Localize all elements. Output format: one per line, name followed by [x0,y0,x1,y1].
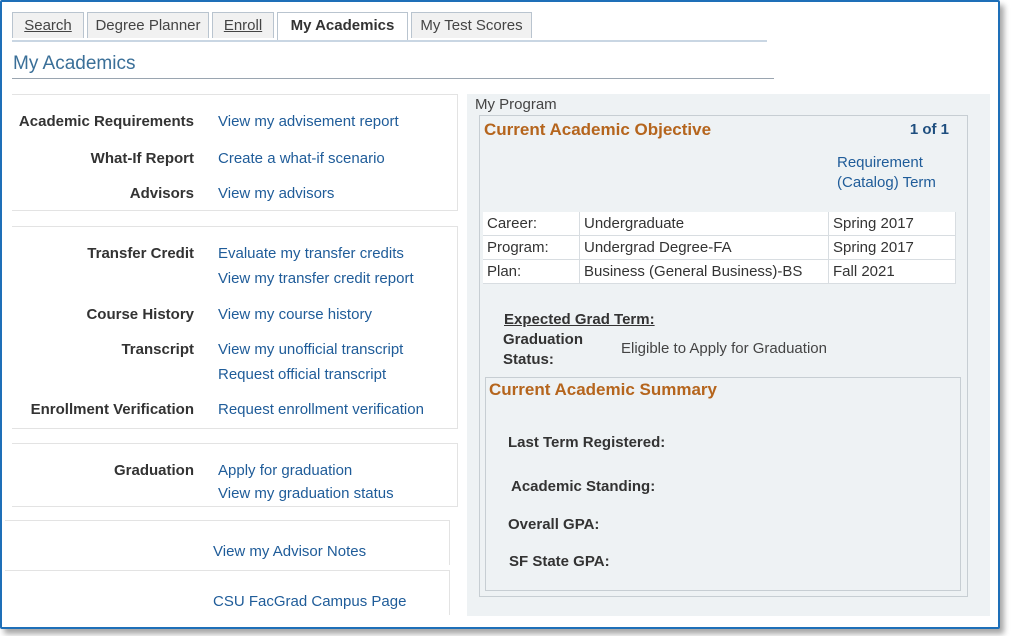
academic-requirements-label: Academic Requirements [18,113,194,130]
campus-page-box: CSU FacGrad Campus Page [5,570,450,615]
records-panel: Transfer Credit Evaluate my transfer cre… [12,226,458,429]
tab-enroll[interactable]: Enroll [212,12,274,38]
tab-my-test-scores[interactable]: My Test Scores [411,12,532,38]
view-course-history-link[interactable]: View my course history [218,306,372,323]
plan-value: Business (General Business)-BS [579,259,829,284]
row-advisors: Advisors View my advisors [12,185,457,207]
advisors-label: Advisors [129,185,194,202]
row-transfer-credit: Transfer Credit Evaluate my transfer cre… [12,245,457,267]
program-table: Career: Undergraduate Spring 2017 Progra… [483,212,956,284]
sf-state-gpa-label: SF State GPA: [509,553,610,570]
request-official-transcript-link[interactable]: Request official transcript [218,366,386,383]
row-transcript: Transcript View my unofficial transcript [12,341,457,363]
graduation-status-line2: Status: [503,351,554,368]
graduation-status-line1: Graduation [503,331,584,348]
graduation-status-value: Eligible to Apply for Graduation [621,340,827,357]
evaluate-transfer-credits-link[interactable]: Evaluate my transfer credits [218,245,404,262]
tab-search-label: Search [24,17,72,34]
my-program-title: My Program [475,96,557,113]
row-enrollment-verification: Enrollment Verification Request enrollme… [12,401,457,423]
campus-page-link[interactable]: CSU FacGrad Campus Page [213,593,406,610]
requirement-term-heading: Requirement (Catalog) Term [837,153,936,193]
transcript-label: Transcript [121,341,194,358]
advisement-panel: Academic Requirements View my advisement… [12,94,458,211]
requirement-term-line2: (Catalog) Term [837,174,936,191]
title-divider [12,78,774,79]
program-value: Undergrad Degree-FA [579,235,829,260]
academic-summary-box: Current Academic Summary Last Term Regis… [485,377,961,591]
academic-objective-box: Current Academic Objective 1 of 1 Requir… [479,115,968,597]
table-row: Career: Undergraduate Spring 2017 [483,212,956,236]
enrollment-verification-label: Enrollment Verification [30,401,194,418]
advisor-notes-box: View my Advisor Notes [5,520,450,565]
objective-count: 1 of 1 [909,121,949,138]
row-academic-requirements: Academic Requirements View my advisement… [12,113,457,135]
row-what-if: What-If Report Create a what-if scenario [12,150,457,172]
tab-search[interactable]: Search [12,12,84,38]
row-graduation: Graduation Apply for graduation [12,462,457,484]
career-label: Career: [483,212,580,236]
view-advisor-notes-link[interactable]: View my Advisor Notes [213,543,366,560]
academic-standing-label: Academic Standing: [511,478,656,495]
view-transfer-report-link[interactable]: View my transfer credit report [218,270,414,287]
tab-bar: Search Degree Planner Enroll My Academic… [12,12,767,42]
row-official-transcript: Request official transcript [12,366,457,388]
last-term-registered-label: Last Term Registered: [508,434,666,451]
row-transfer-report: View my transfer credit report [12,270,457,292]
row-graduation-status: View my graduation status [12,485,457,507]
view-advisors-link[interactable]: View my advisors [218,185,334,202]
plan-term: Fall 2021 [828,259,956,284]
objective-heading: Current Academic Objective [484,120,712,139]
program-term: Spring 2017 [828,235,956,260]
graduation-status-label: Graduation Status: [503,330,583,370]
program-label: Program: [483,235,580,260]
table-row: Program: Undergrad Degree-FA Spring 2017 [483,235,956,260]
tab-enroll-label: Enroll [223,17,263,34]
request-enrollment-verification-link[interactable]: Request enrollment verification [218,401,424,418]
view-advisement-report-link[interactable]: View my advisement report [218,113,399,130]
view-unofficial-transcript-link[interactable]: View my unofficial transcript [218,341,403,358]
expected-grad-term-label: Expected Grad Term: [504,311,655,328]
create-what-if-link[interactable]: Create a what-if scenario [218,150,385,167]
course-history-label: Course History [86,306,194,323]
window-frame: Search Degree Planner Enroll My Academic… [0,0,1000,629]
graduation-label: Graduation [113,462,194,479]
what-if-report-label: What-If Report [90,150,194,167]
page-title: My Academics [13,53,136,74]
graduation-panel: Graduation Apply for graduation View my … [12,443,458,507]
career-value: Undergraduate [579,212,829,236]
my-program-section: My Program Current Academic Objective 1 … [467,94,990,616]
overall-gpa-label: Overall GPA: [508,516,600,533]
tab-my-academics[interactable]: My Academics [277,12,408,40]
apply-for-graduation-link[interactable]: Apply for graduation [218,462,352,479]
table-row: Plan: Business (General Business)-BS Fal… [483,259,956,284]
view-graduation-status-link[interactable]: View my graduation status [218,485,394,502]
row-course-history: Course History View my course history [12,306,457,328]
summary-heading: Current Academic Summary [489,380,718,399]
tab-degree-planner[interactable]: Degree Planner [87,12,209,38]
requirement-term-line1: Requirement [837,154,923,171]
career-term: Spring 2017 [828,212,956,236]
transfer-credit-label: Transfer Credit [87,245,194,262]
plan-label: Plan: [483,259,580,284]
